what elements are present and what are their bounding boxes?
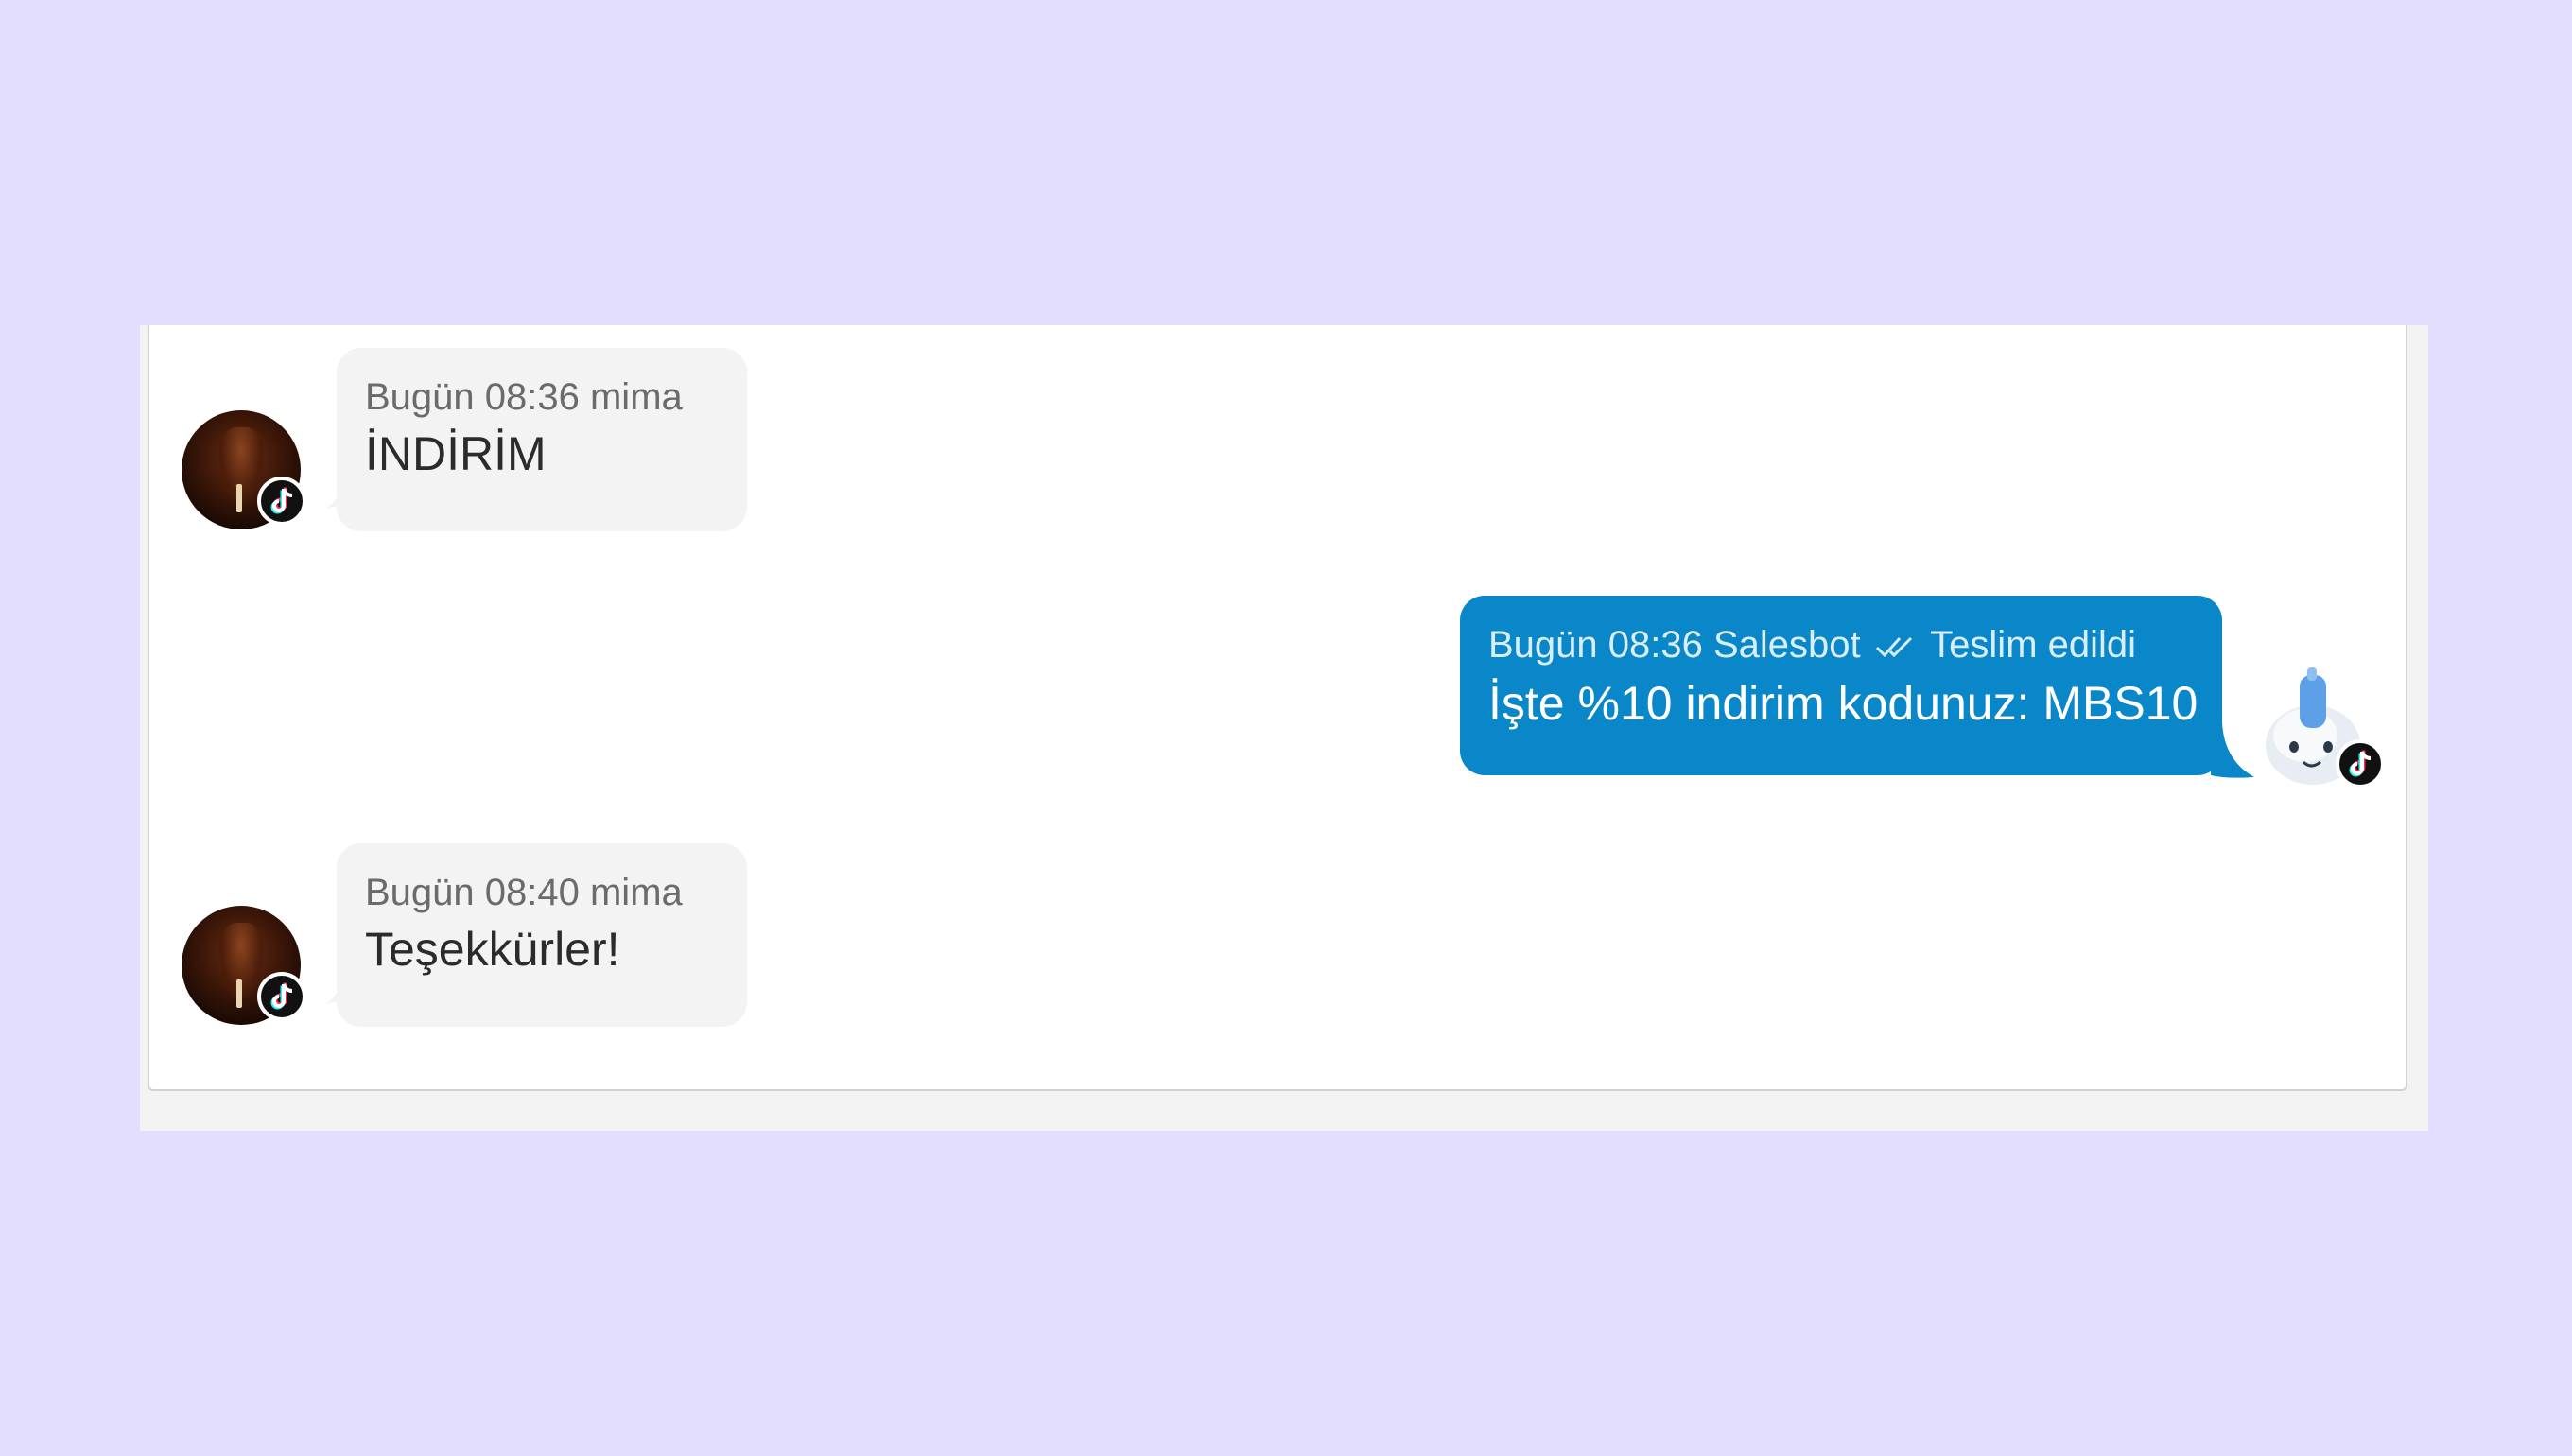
message-bubble-incoming[interactable]: Bugün 08:36 mima İNDİRİM [337,348,747,531]
message-bubble-incoming[interactable]: Bugün 08:40 mima Teşekkürler! [337,843,747,1027]
message-text: Teşekkürler! [365,923,620,976]
message-meta: Bugün 08:40 mima [365,872,683,913]
user-avatar[interactable] [182,906,306,1025]
tiktok-icon [2336,739,2385,789]
conversation-view: Bugün 08:36 mima İNDİRİM Bugün 08:36 Sal… [148,325,2407,1091]
tiktok-icon [257,972,306,1021]
delivery-status: Teslim edildi [1930,624,2137,666]
avatar-candle [236,484,242,512]
message-bubble-outgoing[interactable]: Bugün 08:36 Salesbot Teslim edildi İşte … [1460,596,2222,775]
double-check-icon [1875,624,1917,669]
message-text: İşte %10 indirim kodunuz: MBS10 [1488,677,2198,731]
robot-avatar-icon[interactable] [2258,666,2385,789]
message-text: İNDİRİM [365,427,547,480]
message-meta: Bugün 08:36 Salesbot Teslim edildi [1488,622,2194,669]
message-meta: Bugün 08:36 mima [365,376,683,418]
tiktok-icon [257,477,306,526]
bubble-tail [2211,722,2254,778]
message-meta-time: Bugün 08:36 Salesbot [1488,624,1861,666]
user-avatar[interactable] [182,410,306,529]
chat-panel: Bugün 08:36 mima İNDİRİM Bugün 08:36 Sal… [140,325,2428,1131]
avatar-candle [236,979,242,1008]
